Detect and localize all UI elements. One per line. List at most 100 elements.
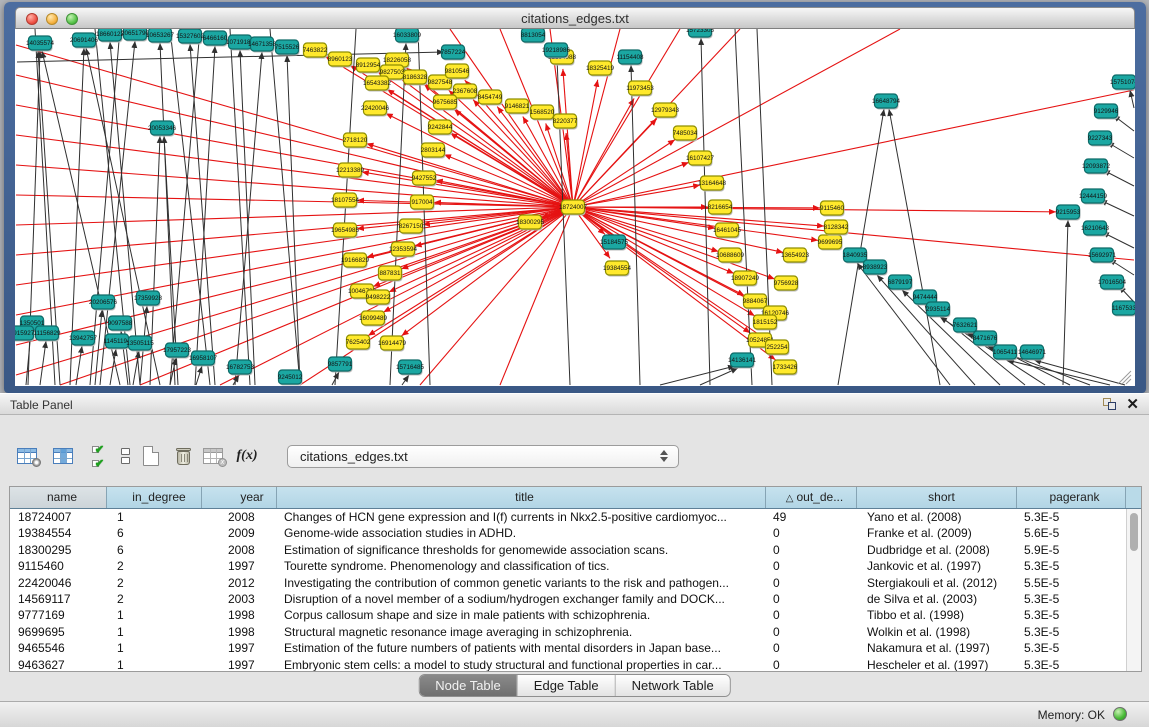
table-cell[interactable]: 9463627: [10, 657, 107, 672]
graph-node[interactable]: 12353594: [389, 242, 418, 258]
graph-node[interactable]: 2718120: [343, 133, 368, 149]
graph-node[interactable]: 15184575: [600, 235, 629, 251]
table-cell[interactable]: 1997: [202, 657, 277, 672]
graph-node[interactable]: 16958107: [189, 351, 218, 367]
table-cell[interactable]: Nakamura et al. (1997): [857, 640, 1017, 656]
graph-node[interactable]: 9857791: [328, 357, 353, 373]
column-header-name[interactable]: name: [10, 487, 107, 508]
create-table-icon[interactable]: [138, 443, 164, 469]
graph-node[interactable]: 8186328: [403, 70, 428, 86]
graph-node[interactable]: 18107554: [331, 193, 360, 209]
table-cell[interactable]: 5.3E-5: [1017, 640, 1126, 656]
graph-node[interactable]: 8267150: [399, 219, 424, 235]
table-cell[interactable]: 2012: [202, 575, 277, 591]
graph-node[interactable]: 18724007: [559, 200, 588, 216]
table-cell[interactable]: 5.3E-5: [1017, 607, 1126, 623]
table-cell[interactable]: 1: [107, 607, 202, 623]
graph-node[interactable]: 9242844: [428, 120, 453, 136]
graph-node[interactable]: 6466160: [203, 31, 228, 47]
table-cell[interactable]: 1998: [202, 607, 277, 623]
table-cell[interactable]: Wolkin et al. (1998): [857, 624, 1017, 640]
table-cell[interactable]: 2: [107, 558, 202, 574]
table-cell[interactable]: Changes of HCN gene expression and I(f) …: [277, 509, 766, 525]
column-header-year[interactable]: year: [202, 487, 277, 508]
graph-node[interactable]: 9675685: [433, 95, 458, 111]
graph-node[interactable]: 8813054: [521, 29, 546, 44]
graph-node[interactable]: 8471676: [973, 331, 998, 347]
graph-node[interactable]: 7463822: [303, 43, 328, 59]
graph-node[interactable]: 9699695: [818, 235, 843, 251]
table-cell[interactable]: 0: [766, 624, 857, 640]
table-cell[interactable]: Structural magnetic resonance image aver…: [277, 624, 766, 640]
graph-node[interactable]: 16099489: [359, 311, 388, 327]
table-cell[interactable]: Yano et al. (2008): [857, 509, 1017, 525]
graph-node[interactable]: 8454749: [478, 90, 503, 106]
graph-node[interactable]: 7515526: [275, 40, 300, 56]
table-cell[interactable]: 14569117: [10, 591, 107, 607]
tab-edge-table[interactable]: Edge Table: [518, 675, 616, 696]
table-cell[interactable]: 5.5E-5: [1017, 575, 1126, 591]
graph-node[interactable]: 18300295: [516, 215, 545, 231]
graph-node[interactable]: 8938923: [863, 260, 888, 276]
graph-node[interactable]: 16782753: [226, 360, 255, 376]
table-cell[interactable]: Estimation of the future numbers of pati…: [277, 640, 766, 656]
table-cell[interactable]: Embryonic stem cells: a model to study s…: [277, 657, 766, 672]
graph-node[interactable]: 16461045: [713, 223, 742, 239]
table-row[interactable]: 1456911722003Disruption of a novel membe…: [10, 591, 1141, 607]
table-settings-icon[interactable]: [14, 443, 40, 469]
column-header-short[interactable]: short: [857, 487, 1017, 508]
graph-node[interactable]: 9215953: [1056, 205, 1081, 221]
graph-node[interactable]: 9129946: [1094, 104, 1119, 120]
table-cell[interactable]: 5.3E-5: [1017, 558, 1126, 574]
table-cell[interactable]: 5.3E-5: [1017, 509, 1126, 525]
table-cell[interactable]: 5.3E-5: [1017, 591, 1126, 607]
table-row[interactable]: 1872400712008Changes of HCN gene express…: [10, 509, 1141, 525]
graph-node[interactable]: 9498222: [366, 290, 391, 306]
graph-node[interactable]: 1167533: [1112, 301, 1135, 317]
window-titlebar[interactable]: citations_edges.txt: [15, 7, 1135, 29]
table-row[interactable]: 1938455462009Genome-wide association stu…: [10, 525, 1141, 541]
graph-node[interactable]: 15716485: [396, 360, 425, 376]
graph-node[interactable]: 7625402: [346, 335, 371, 351]
column-header-out_de[interactable]: △out_de...: [766, 487, 857, 508]
table-cell[interactable]: 2003: [202, 591, 277, 607]
graph-node[interactable]: 917004: [411, 195, 435, 211]
graph-node[interactable]: 7857224: [441, 45, 466, 61]
graph-node[interactable]: 11156829: [33, 326, 61, 342]
table-cell[interactable]: 9777169: [10, 607, 107, 623]
graph-node[interactable]: 8220377: [553, 114, 578, 130]
graph-node[interactable]: 1815152: [753, 315, 778, 331]
table-cell[interactable]: 0: [766, 657, 857, 672]
table-row[interactable]: 977716911998Corpus callosum shape and si…: [10, 607, 1141, 623]
table-cell[interactable]: 5.9E-5: [1017, 542, 1126, 558]
table-cell[interactable]: 1: [107, 640, 202, 656]
graph-node[interactable]: 15692971: [1088, 248, 1117, 264]
graph-node[interactable]: 16210643: [1081, 221, 1110, 237]
table-cell[interactable]: 49: [766, 509, 857, 525]
graph-node[interactable]: 2935114: [926, 302, 951, 318]
table-cell[interactable]: 0: [766, 607, 857, 623]
graph-node[interactable]: 252254: [766, 340, 790, 356]
graph-node[interactable]: 17957223: [163, 343, 192, 359]
table-cell[interactable]: 5.6E-5: [1017, 525, 1126, 541]
table-cell[interactable]: 0: [766, 640, 857, 656]
graph-node[interactable]: 19218986: [542, 43, 571, 59]
table-cell[interactable]: de Silva et al. (2003): [857, 591, 1017, 607]
table-cell[interactable]: Estimation of significance thresholds fo…: [277, 542, 766, 558]
table-cell[interactable]: Tibbo et al. (1998): [857, 607, 1017, 623]
table-scrollbar[interactable]: [1126, 509, 1141, 671]
graph-node[interactable]: 20053346: [148, 121, 177, 137]
graph-node[interactable]: 11973453: [626, 81, 654, 97]
tab-node-table[interactable]: Node Table: [419, 675, 518, 696]
table-cell[interactable]: 5.3E-5: [1017, 657, 1126, 672]
graph-node[interactable]: 9427552: [412, 171, 437, 187]
graph-node[interactable]: 15751074: [1110, 75, 1135, 91]
graph-node[interactable]: 1065411: [993, 345, 1018, 361]
table-cell[interactable]: 2008: [202, 542, 277, 558]
table-cell[interactable]: Tourette syndrome. Phenomenology and cla…: [277, 558, 766, 574]
table-cell[interactable]: 18724007: [10, 509, 107, 525]
table-cell[interactable]: 0: [766, 575, 857, 591]
table-row[interactable]: 2242004622012Investigating the contribut…: [10, 575, 1141, 591]
graph-node[interactable]: 13505115: [126, 336, 154, 352]
table-cell[interactable]: 9115460: [10, 558, 107, 574]
